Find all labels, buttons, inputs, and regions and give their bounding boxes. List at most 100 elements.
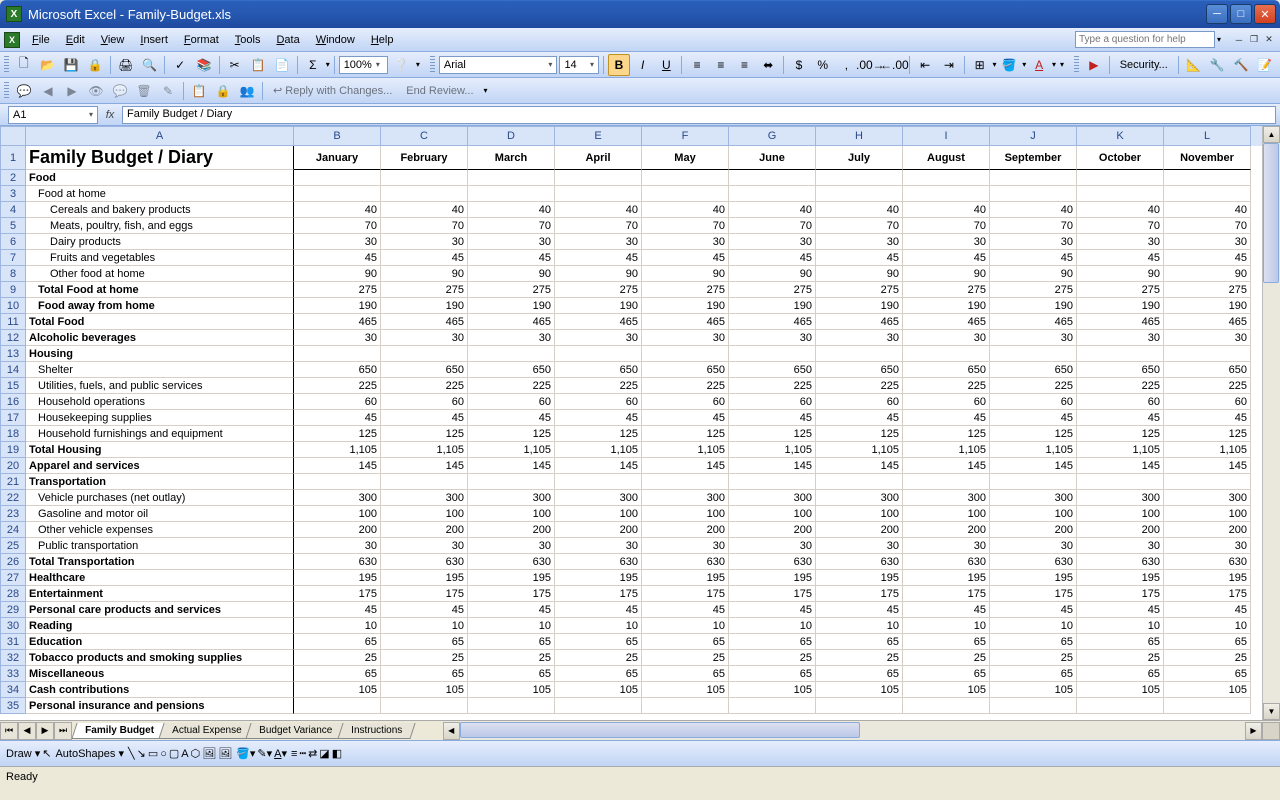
- cell-f33[interactable]: 65: [642, 666, 729, 682]
- cell-a3[interactable]: Food at home: [26, 186, 294, 202]
- sheet-tab-family-budget[interactable]: Family Budget: [71, 723, 167, 739]
- cell-d18[interactable]: 125: [468, 426, 555, 442]
- excel-doc-icon[interactable]: X: [4, 32, 20, 48]
- cell-b18[interactable]: 125: [294, 426, 381, 442]
- cell-g6[interactable]: 30: [729, 234, 816, 250]
- cell-h34[interactable]: 105: [816, 682, 903, 698]
- cell-l12[interactable]: 30: [1164, 330, 1251, 346]
- cell-k28[interactable]: 175: [1077, 586, 1164, 602]
- cell-i20[interactable]: 145: [903, 458, 990, 474]
- cell-b11[interactable]: 465: [294, 314, 381, 330]
- cut-button[interactable]: ✂: [224, 54, 246, 76]
- cell-b30[interactable]: 10: [294, 618, 381, 634]
- cell-e35[interactable]: [555, 698, 642, 714]
- menu-format[interactable]: Format: [176, 31, 227, 49]
- cell-f6[interactable]: 30: [642, 234, 729, 250]
- cell-l19[interactable]: 1,105: [1164, 442, 1251, 458]
- cell-h24[interactable]: 200: [816, 522, 903, 538]
- cell-a24[interactable]: Other vehicle expenses: [26, 522, 294, 538]
- col-header-K[interactable]: K: [1077, 126, 1164, 146]
- security-button[interactable]: Security...: [1114, 56, 1174, 74]
- cell-d5[interactable]: 70: [468, 218, 555, 234]
- cell-i33[interactable]: 65: [903, 666, 990, 682]
- scroll-left-button[interactable]: ◀: [443, 722, 460, 740]
- cell-l3[interactable]: [1164, 186, 1251, 202]
- cell-a30[interactable]: Reading: [26, 618, 294, 634]
- cell-j29[interactable]: 45: [990, 602, 1077, 618]
- cell-i24[interactable]: 200: [903, 522, 990, 538]
- cell-g25[interactable]: 30: [729, 538, 816, 554]
- cell-g20[interactable]: 145: [729, 458, 816, 474]
- autosum-button[interactable]: Σ: [302, 54, 324, 76]
- prev-comment-button[interactable]: ◀: [37, 80, 59, 102]
- cell-d24[interactable]: 200: [468, 522, 555, 538]
- cell-h21[interactable]: [816, 474, 903, 490]
- cell-h26[interactable]: 630: [816, 554, 903, 570]
- cell-l25[interactable]: 30: [1164, 538, 1251, 554]
- cell-a26[interactable]: Total Transportation: [26, 554, 294, 570]
- tab-first-button[interactable]: ⏮: [0, 722, 18, 740]
- cell-a19[interactable]: Total Housing: [26, 442, 294, 458]
- cell-c28[interactable]: 175: [381, 586, 468, 602]
- cell-h20[interactable]: 145: [816, 458, 903, 474]
- cell-h19[interactable]: 1,105: [816, 442, 903, 458]
- cell-h33[interactable]: 65: [816, 666, 903, 682]
- cell-k21[interactable]: [1077, 474, 1164, 490]
- toolbar-grip[interactable]: [4, 82, 9, 100]
- cell-b20[interactable]: 145: [294, 458, 381, 474]
- formula-input[interactable]: Family Budget / Diary: [122, 106, 1276, 124]
- cell-a29[interactable]: Personal care products and services: [26, 602, 294, 618]
- cell-h15[interactable]: 225: [816, 378, 903, 394]
- percent-button[interactable]: %: [812, 54, 834, 76]
- cell-i8[interactable]: 90: [903, 266, 990, 282]
- cell-g26[interactable]: 630: [729, 554, 816, 570]
- cell-j13[interactable]: [990, 346, 1077, 362]
- cell-b26[interactable]: 630: [294, 554, 381, 570]
- menu-file[interactable]: File: [24, 31, 58, 49]
- row-header-26[interactable]: 26: [0, 554, 26, 570]
- help-search-input[interactable]: [1075, 31, 1215, 48]
- cell-h9[interactable]: 275: [816, 282, 903, 298]
- cell-l33[interactable]: 65: [1164, 666, 1251, 682]
- tab-last-button[interactable]: ⏭: [54, 722, 72, 740]
- cell-a1[interactable]: Family Budget / Diary: [26, 146, 294, 170]
- cell-a16[interactable]: Household operations: [26, 394, 294, 410]
- cell-l29[interactable]: 45: [1164, 602, 1251, 618]
- scroll-thumb[interactable]: [460, 722, 860, 738]
- cell-a28[interactable]: Entertainment: [26, 586, 294, 602]
- cell-j5[interactable]: 70: [990, 218, 1077, 234]
- cell-f30[interactable]: 10: [642, 618, 729, 634]
- cell-l30[interactable]: 10: [1164, 618, 1251, 634]
- cell-e25[interactable]: 30: [555, 538, 642, 554]
- cell-c9[interactable]: 275: [381, 282, 468, 298]
- cell-i1[interactable]: August: [903, 146, 990, 170]
- cell-j4[interactable]: 40: [990, 202, 1077, 218]
- cell-a18[interactable]: Household furnishings and equipment: [26, 426, 294, 442]
- menu-data[interactable]: Data: [268, 31, 307, 49]
- cell-l11[interactable]: 465: [1164, 314, 1251, 330]
- cell-g4[interactable]: 40: [729, 202, 816, 218]
- rectangle-button[interactable]: ▭: [148, 747, 158, 760]
- cell-l17[interactable]: 45: [1164, 410, 1251, 426]
- next-comment-button[interactable]: ▶: [61, 80, 83, 102]
- cell-c1[interactable]: February: [381, 146, 468, 170]
- cell-l6[interactable]: 30: [1164, 234, 1251, 250]
- cell-d35[interactable]: [468, 698, 555, 714]
- cell-f17[interactable]: 45: [642, 410, 729, 426]
- cell-g8[interactable]: 90: [729, 266, 816, 282]
- spreadsheet-grid[interactable]: ABCDEFGHIJKL 123456789101112131415161718…: [0, 126, 1280, 720]
- cell-j22[interactable]: 300: [990, 490, 1077, 506]
- cell-a31[interactable]: Education: [26, 634, 294, 650]
- new-comment-button[interactable]: 💬: [13, 80, 35, 102]
- end-review-button[interactable]: End Review...: [400, 82, 479, 100]
- cell-h16[interactable]: 60: [816, 394, 903, 410]
- toolbar-options-icon[interactable]: ▾: [1060, 60, 1064, 69]
- cell-l2[interactable]: [1164, 170, 1251, 186]
- cell-f1[interactable]: May: [642, 146, 729, 170]
- align-right-button[interactable]: ≡: [734, 54, 756, 76]
- paste-button[interactable]: 📄: [271, 54, 293, 76]
- cell-g14[interactable]: 650: [729, 362, 816, 378]
- macro-play-button[interactable]: ▶: [1083, 54, 1105, 76]
- cell-k5[interactable]: 70: [1077, 218, 1164, 234]
- cell-a9[interactable]: Total Food at home: [26, 282, 294, 298]
